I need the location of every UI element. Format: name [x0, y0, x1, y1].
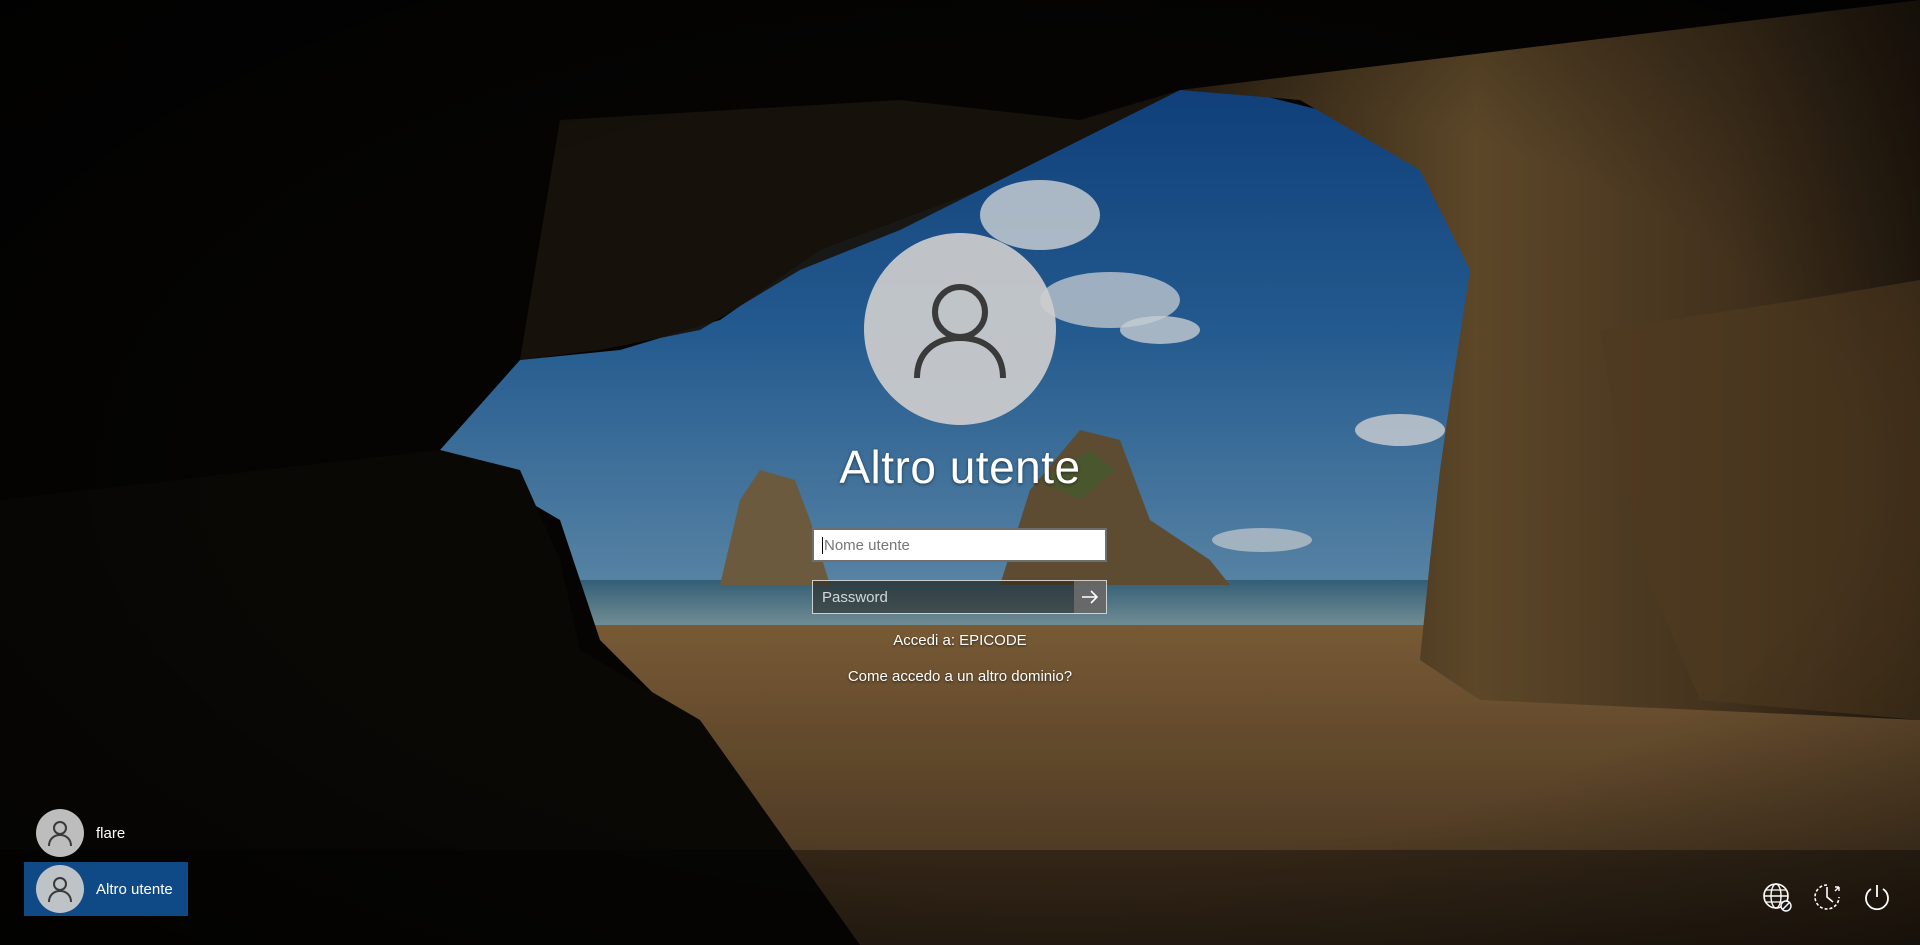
user-icon — [48, 877, 72, 903]
power-icon — [1865, 885, 1889, 911]
lock-screen: Altro utente Accedi a: EPICODE Come acce… — [0, 0, 1920, 945]
accessibility-button[interactable] — [1810, 880, 1844, 914]
user-title: Altro utente — [839, 441, 1081, 493]
text-caret — [822, 537, 823, 554]
username-field-container — [812, 528, 1107, 562]
user-icon — [48, 821, 72, 847]
domain-label: Accedi a: EPICODE — [893, 632, 1027, 649]
arrow-right-icon — [1082, 590, 1099, 604]
submit-button[interactable] — [1074, 581, 1106, 613]
network-icon — [1763, 883, 1792, 912]
system-icons — [1760, 880, 1894, 914]
password-input[interactable] — [813, 587, 1074, 607]
user-list: flare Altro utente — [24, 806, 188, 918]
user-icon — [914, 284, 1006, 379]
network-button[interactable] — [1760, 880, 1794, 914]
user-item-label: Altro utente — [96, 880, 173, 898]
user-item-flare[interactable]: flare — [24, 806, 188, 860]
password-field-container — [812, 580, 1107, 614]
other-domain-link[interactable]: Come accedo a un altro dominio? — [760, 668, 1160, 685]
user-avatar-large — [864, 233, 1056, 425]
accessibility-icon — [1814, 884, 1840, 910]
username-input[interactable] — [822, 535, 1105, 555]
avatar — [36, 865, 84, 913]
user-item-label: flare — [96, 824, 126, 842]
user-item-altro-utente[interactable]: Altro utente — [24, 862, 188, 916]
power-button[interactable] — [1860, 880, 1894, 914]
avatar — [36, 809, 84, 857]
